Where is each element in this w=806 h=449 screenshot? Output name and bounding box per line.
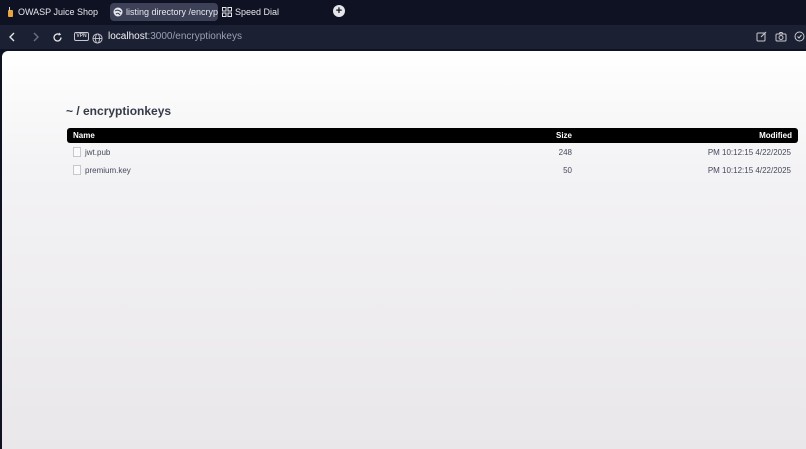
table-header: Name Size Modified [67,128,798,143]
forward-icon[interactable] [29,30,43,44]
tab-bar: OWASP Juice Shop listing directory /encr… [0,0,806,24]
toolbar-right [755,30,806,44]
file-size: 248 [558,148,572,157]
file-name-link[interactable]: jwt.pub [85,148,110,157]
file-size: 50 [563,166,572,175]
globe-icon [113,7,123,17]
table-row: premium.key 50 PM 10:12:15 4/22/2025 [67,161,798,179]
file-table: Name Size Modified jwt.pub 248 PM 10:12:… [67,128,798,179]
page-title: ~ / encryptionkeys [66,104,172,118]
tab-label: Speed Dial [235,7,280,17]
url-field[interactable]: localhost:3000/encryptionkeys [108,30,242,44]
shield-icon[interactable] [793,30,806,43]
juice-shop-icon [5,7,15,17]
site-info-icon[interactable] [92,31,103,44]
column-header-modified[interactable]: Modified [759,131,792,140]
back-icon[interactable] [5,30,19,44]
new-tab-button[interactable]: + [333,5,345,17]
tab-label: OWASP Juice Shop [18,7,99,17]
file-modified: PM 10:12:15 4/22/2025 [707,166,791,175]
url-path: :3000/encryptionkeys [147,31,242,42]
url-host: localhost [108,31,148,42]
column-header-name[interactable]: Name [73,131,95,140]
file-modified: PM 10:12:15 4/22/2025 [707,148,791,157]
column-header-size[interactable]: Size [556,131,572,140]
edit-icon[interactable] [755,30,768,43]
tab-juice-shop[interactable]: OWASP Juice Shop [5,3,105,21]
reload-icon[interactable] [50,30,64,44]
tab-speed-dial[interactable]: Speed Dial [222,3,302,21]
tab-listing-directory[interactable]: listing directory /encryp [110,3,218,21]
grid-icon [222,7,232,17]
table-row: jwt.pub 248 PM 10:12:15 4/22/2025 [67,143,798,161]
file-name-link[interactable]: premium.key [85,166,131,175]
camera-icon[interactable] [774,30,787,43]
tab-label: listing directory /encryp [126,7,218,17]
address-bar: VPN localhost:3000/encryptionkeys [0,25,806,49]
vpn-badge[interactable]: VPN [74,32,89,41]
file-icon [73,147,81,157]
file-icon [73,165,81,175]
page-content: ~ / encryptionkeys Name Size Modified jw… [2,51,806,449]
